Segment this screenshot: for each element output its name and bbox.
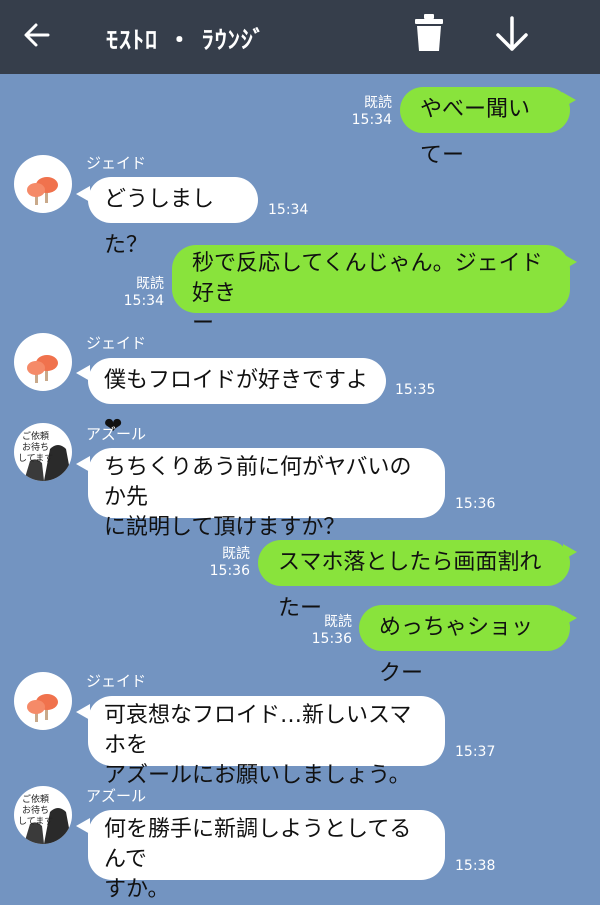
svg-text:お待ち: お待ち — [22, 804, 49, 816]
svg-text:してます: してます — [18, 816, 53, 827]
message-time: 15:37 — [455, 744, 496, 760]
message-bubble-outgoing[interactable]: スマホ落としたら画面割れたー — [258, 540, 570, 621]
mushroom-avatar-icon — [27, 177, 58, 205]
mushroom-avatar-icon — [27, 694, 58, 722]
sender-name: ジェイド — [86, 672, 147, 690]
message-time: 15:36 — [455, 496, 496, 512]
download-button[interactable] — [486, 8, 538, 60]
svg-text:ご依頼: ご依頼 — [22, 430, 49, 442]
sender-name: ジェイド — [86, 154, 147, 172]
sender-avatar[interactable]: ご依頼 お待ち してます — [14, 786, 72, 844]
read-receipt: 既読 15:36 — [311, 614, 352, 647]
trash-icon — [415, 14, 443, 51]
mushroom-avatar-icon — [27, 355, 58, 383]
message-bubble-outgoing[interactable]: やべー聞いてー — [400, 87, 570, 168]
sender-name: アズール — [86, 787, 147, 805]
bubble-tail — [563, 254, 577, 270]
message-bubble-outgoing[interactable]: 秒で反応してくんじゃん。ジェイド好き ー — [172, 245, 570, 336]
message-bubble-incoming[interactable]: どうしました？ — [88, 177, 258, 258]
message-bubble-outgoing[interactable]: めっちゃショックー — [359, 605, 570, 686]
bubble-tail — [563, 610, 577, 626]
message-time: 15:38 — [455, 858, 496, 874]
azul-avatar-icon: ご依頼 お待ち してます — [18, 430, 72, 481]
sender-name: アズール — [86, 425, 147, 443]
message-bubble-incoming[interactable]: 可哀想なフロイド…新しいスマホを アズールにお願いしましょう。 — [88, 696, 445, 788]
read-receipt: 既読 15:34 — [123, 276, 164, 309]
message-bubble-incoming[interactable]: 何を勝手に新調しようとしてるんで すか。 — [88, 810, 445, 902]
bubble-tail — [562, 92, 576, 108]
back-arrow-icon — [24, 23, 50, 47]
svg-text:してます: してます — [18, 453, 53, 464]
chat-title: ﾓｽﾄﾛ ・ ﾗｳﾝｼﾞ — [106, 26, 266, 54]
sender-name: ジェイド — [86, 334, 147, 352]
bubble-tail — [563, 544, 577, 560]
message-bubble-incoming[interactable]: ちちくりあう前に何がヤバいのか先 に説明して頂けますか？ — [88, 448, 445, 540]
chat-header: ﾓｽﾄﾛ ・ ﾗｳﾝｼﾞ — [0, 0, 600, 74]
sender-avatar[interactable]: ご依頼 お待ち してます — [14, 423, 72, 481]
read-receipt: 既読 15:34 — [351, 95, 392, 128]
message-time: 15:35 — [395, 382, 436, 398]
message-bubble-incoming[interactable]: 僕もフロイドが好きですよ❤ — [88, 358, 386, 439]
svg-text:お待ち: お待ち — [22, 441, 49, 453]
delete-button[interactable] — [404, 8, 454, 58]
sender-avatar[interactable] — [14, 333, 72, 391]
message-time: 15:34 — [268, 202, 309, 218]
read-receipt: 既読 15:36 — [209, 546, 250, 579]
down-arrow-icon — [496, 16, 528, 51]
sender-avatar[interactable] — [14, 155, 72, 213]
svg-text:ご依頼: ご依頼 — [22, 793, 49, 805]
sender-avatar[interactable] — [14, 672, 72, 730]
azul-avatar-icon: ご依頼 お待ち してます — [18, 793, 72, 844]
back-button[interactable] — [12, 10, 62, 60]
